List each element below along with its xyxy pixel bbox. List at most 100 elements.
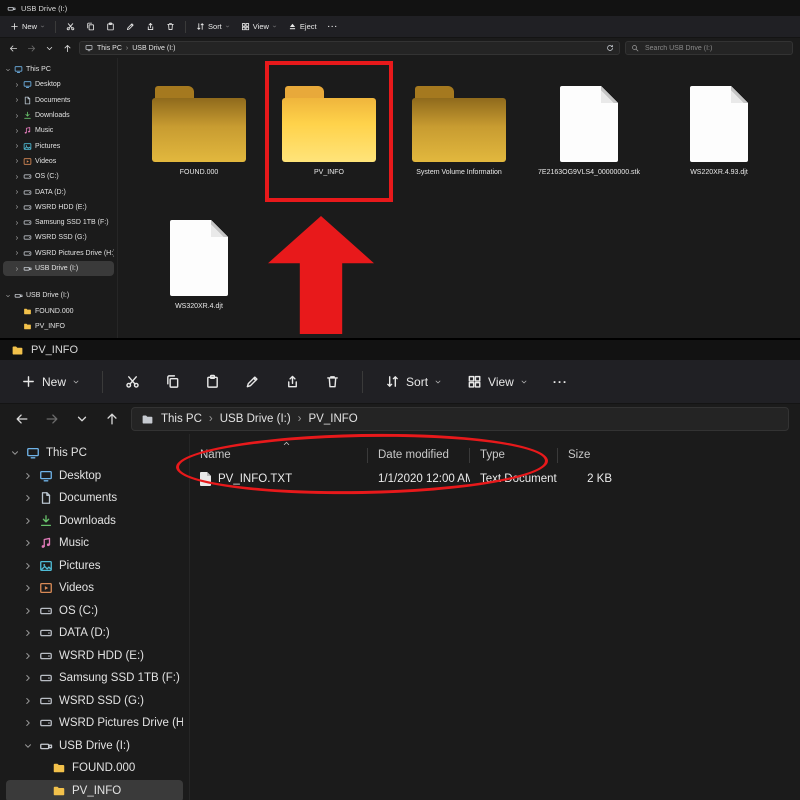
sidebar-item-usb-drive-i[interactable]: USB Drive (I:)	[3, 288, 114, 303]
eject-button[interactable]: Eject	[284, 19, 321, 34]
chevron-right-icon[interactable]	[23, 471, 33, 481]
sidebar-item-music[interactable]: Music	[3, 123, 114, 138]
copy-button[interactable]	[156, 367, 189, 396]
sidebar-item-videos[interactable]: Videos	[6, 577, 183, 600]
up-button[interactable]	[101, 408, 123, 430]
copy-button[interactable]	[82, 19, 99, 34]
new-button[interactable]: New	[6, 19, 49, 34]
sidebar-item-usb-drive-i[interactable]: USB Drive (I:)	[6, 735, 183, 758]
sidebar-item-found-000[interactable]: FOUND.000	[3, 303, 114, 318]
sidebar-item-documents[interactable]: Documents	[6, 487, 183, 510]
sidebar-item-downloads[interactable]: Downloads	[3, 108, 114, 123]
file-tile-pv-info[interactable]: PV_INFO	[264, 66, 394, 200]
chevron-right-icon[interactable]	[23, 718, 33, 728]
chevron-right-icon[interactable]	[23, 606, 33, 616]
address-bar[interactable]: This PC › USB Drive (I:)	[79, 41, 620, 55]
file-tile-ws220xr-4-93-djt[interactable]: WS220XR.4.93.djt	[654, 66, 784, 200]
recent-locations-button[interactable]	[43, 42, 56, 55]
sort-button[interactable]: Sort	[192, 19, 234, 34]
delete-button[interactable]	[316, 367, 349, 396]
column-header-date-modified[interactable]: Date modified	[368, 448, 470, 463]
file-row-pv-info-txt[interactable]: PV_INFO.TXT 1/1/2020 12:00 AM Text Docum…	[190, 466, 800, 492]
sidebar-item-downloads[interactable]: Downloads	[6, 510, 183, 533]
sidebar-item-os-c[interactable]: OS (C:)	[3, 169, 114, 184]
chevron-right-icon[interactable]	[14, 82, 20, 88]
chevron-down-icon[interactable]	[23, 741, 33, 751]
breadcrumb-pv-info[interactable]: PV_INFO	[309, 413, 358, 425]
file-tile-7e2163og9vls4-00000000-stk[interactable]: 7E2163OG9VLS4_00000000.stk	[524, 66, 654, 200]
chevron-right-icon[interactable]	[14, 128, 20, 134]
sidebar-item-usb-drive-i[interactable]: USB Drive (I:)	[3, 261, 114, 276]
back-button[interactable]	[11, 408, 33, 430]
file-tile-ws320xr-4-djt[interactable]: WS320XR.4.djt	[134, 200, 264, 334]
column-header-type[interactable]: Type	[470, 448, 558, 463]
sidebar-item-wsrd-hdd-e[interactable]: WSRD HDD (E:)	[6, 645, 183, 668]
forward-button[interactable]	[25, 42, 38, 55]
search-input[interactable]	[643, 44, 787, 53]
cut-button[interactable]	[62, 19, 79, 34]
up-button[interactable]	[61, 42, 74, 55]
more-options-button[interactable]: ···	[544, 368, 577, 396]
sidebar-item-this-pc[interactable]: This PC	[6, 442, 183, 465]
chevron-right-icon[interactable]	[23, 628, 33, 638]
forward-button[interactable]	[41, 408, 63, 430]
breadcrumb-usb-drive[interactable]: USB Drive (I:)	[132, 45, 175, 52]
chevron-right-icon[interactable]	[23, 493, 33, 503]
sidebar-item-videos[interactable]: Videos	[3, 154, 114, 169]
chevron-right-icon[interactable]	[14, 204, 20, 210]
file-tile-found-000[interactable]: FOUND.000	[134, 66, 264, 200]
search-box[interactable]	[625, 41, 793, 55]
sidebar-item-wsrd-ssd-g[interactable]: WSRD SSD (G:)	[3, 230, 114, 245]
sidebar-item-wsrd-pictures-drive-h[interactable]: WSRD Pictures Drive (H:)	[3, 246, 114, 261]
chevron-right-icon[interactable]	[14, 266, 20, 272]
chevron-down-icon[interactable]	[5, 67, 11, 73]
address-bar[interactable]: This PC › USB Drive (I:) › PV_INFO	[131, 407, 789, 431]
column-header-size[interactable]: Size	[558, 448, 622, 463]
recent-locations-button[interactable]	[71, 408, 93, 430]
breadcrumb-usb-drive[interactable]: USB Drive (I:)	[220, 413, 291, 425]
sidebar-item-samsung-ssd-1tb-f[interactable]: Samsung SSD 1TB (F:)	[6, 667, 183, 690]
chevron-down-icon[interactable]	[5, 293, 11, 299]
file-tile-system-volume-information[interactable]: System Volume Information	[394, 66, 524, 200]
cut-button[interactable]	[116, 367, 149, 396]
delete-button[interactable]	[162, 19, 179, 34]
chevron-right-icon[interactable]	[14, 158, 20, 164]
sidebar-item-wsrd-ssd-g[interactable]: WSRD SSD (G:)	[6, 690, 183, 713]
sidebar-item-data-d[interactable]: DATA (D:)	[6, 622, 183, 645]
sidebar-item-os-c[interactable]: OS (C:)	[6, 600, 183, 623]
sidebar-item-wsrd-hdd-e[interactable]: WSRD HDD (E:)	[3, 200, 114, 215]
chevron-right-icon[interactable]	[23, 673, 33, 683]
sidebar-item-samsung-ssd-1tb-f[interactable]: Samsung SSD 1TB (F:)	[3, 215, 114, 230]
chevron-right-icon[interactable]	[14, 113, 20, 119]
column-header-name[interactable]: Name	[190, 448, 368, 463]
titlebar[interactable]: PV_INFO	[0, 340, 800, 360]
chevron-right-icon[interactable]	[14, 189, 20, 195]
refresh-icon[interactable]	[606, 44, 614, 52]
share-button[interactable]	[142, 19, 159, 34]
view-button[interactable]: View	[458, 367, 537, 396]
sidebar-item-found-000[interactable]: FOUND.000	[6, 757, 183, 780]
view-button[interactable]: View	[237, 19, 281, 34]
breadcrumb-this-pc[interactable]: This PC	[97, 45, 122, 52]
chevron-right-icon[interactable]	[14, 220, 20, 226]
chevron-right-icon[interactable]	[23, 516, 33, 526]
sidebar-item-wsrd-pictures-drive-h[interactable]: WSRD Pictures Drive (H:)	[6, 712, 183, 735]
sidebar-item-music[interactable]: Music	[6, 532, 183, 555]
sidebar-item-pv-info[interactable]: PV_INFO	[6, 780, 183, 800]
chevron-right-icon[interactable]	[23, 583, 33, 593]
sidebar-item-pictures[interactable]: Pictures	[3, 138, 114, 153]
sidebar-item-pv-info[interactable]: PV_INFO	[3, 319, 114, 334]
sidebar-item-this-pc[interactable]: This PC	[3, 62, 114, 77]
chevron-right-icon[interactable]	[23, 651, 33, 661]
chevron-right-icon[interactable]	[23, 561, 33, 571]
chevron-right-icon[interactable]	[14, 250, 20, 256]
chevron-right-icon[interactable]	[14, 174, 20, 180]
titlebar[interactable]: USB Drive (I:)	[0, 0, 800, 16]
sidebar-item-pictures[interactable]: Pictures	[6, 555, 183, 578]
new-button[interactable]: New	[12, 367, 89, 396]
chevron-right-icon[interactable]	[23, 696, 33, 706]
more-options-button[interactable]: ···	[324, 19, 343, 34]
chevron-down-icon[interactable]	[10, 448, 20, 458]
chevron-right-icon[interactable]	[23, 538, 33, 548]
chevron-right-icon[interactable]	[14, 143, 20, 149]
